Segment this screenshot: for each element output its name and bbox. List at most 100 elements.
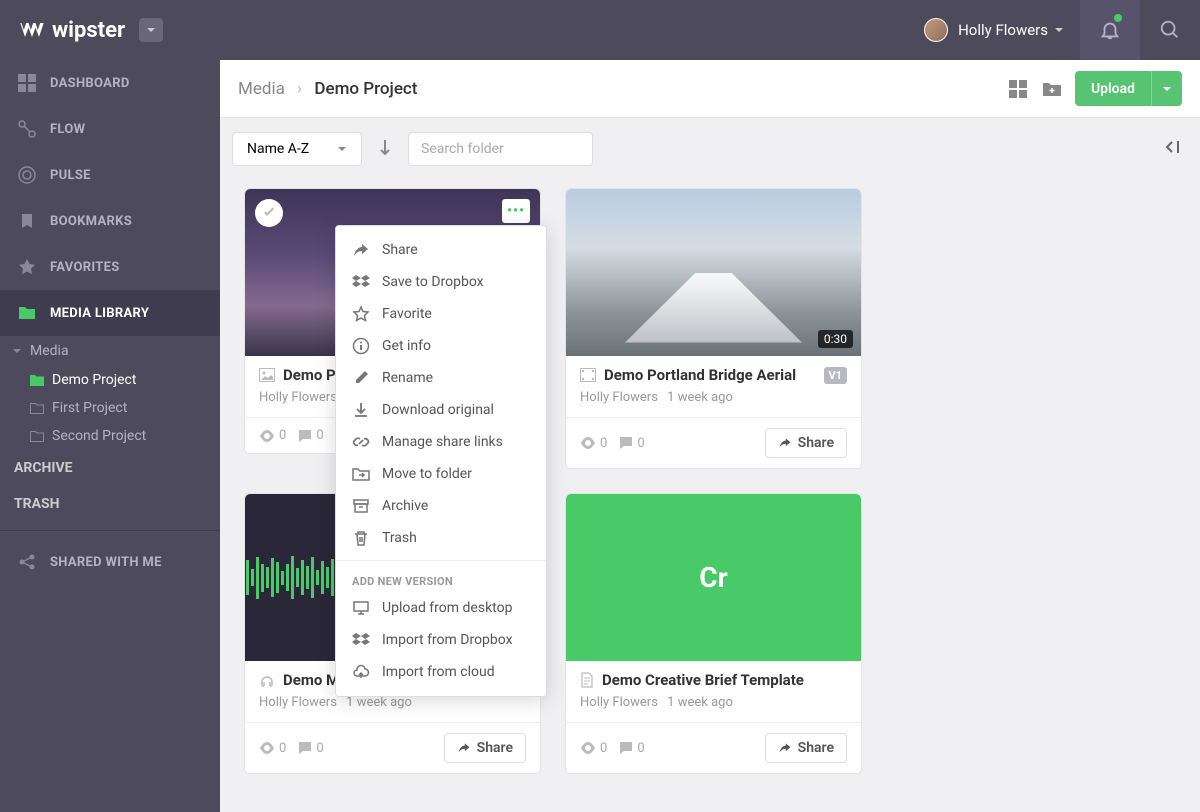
card-meta: Holly Flowers 1 week ago [259,695,526,710]
nav-media-library[interactable]: MEDIA LIBRARY [0,290,220,336]
media-card[interactable]: 0:30 Demo Portland Bridge Aerial V1 Holl… [565,188,862,469]
comments-stat: 0 [619,436,644,451]
sort-select[interactable]: Name A-Z [232,132,362,166]
eye-icon [580,742,596,754]
menu-import-cloud[interactable]: Import from cloud [336,656,546,688]
nav-shared[interactable]: SHARED WITH ME [0,539,220,585]
menu-upload-desktop[interactable]: Upload from desktop [336,592,546,624]
notifications-button[interactable] [1080,0,1140,60]
breadcrumb: Media › Demo Project [238,79,417,99]
chevron-down-icon [1162,84,1172,94]
folder-icon [30,402,44,414]
nav-flow[interactable]: FLOW [0,106,220,152]
folder-icon [30,374,44,386]
project-demo[interactable]: Demo Project [30,366,220,394]
nav-bookmarks[interactable]: BOOKMARKS [0,198,220,244]
share-arrow-icon [778,741,792,755]
menu-import-dropbox[interactable]: Import from Dropbox [336,624,546,656]
media-card[interactable]: Cr Demo Creative Brief Template V1 Holly… [565,493,862,774]
app-header: wipster Holly Flowers [0,0,1200,60]
tree-root-media[interactable]: Media [0,336,220,366]
chevron-left-bar-icon [1162,138,1180,156]
upload-dropdown[interactable] [1151,71,1182,106]
dashboard-icon [18,74,36,92]
eye-icon [259,742,275,754]
nav-trash[interactable]: TRASH [0,486,220,522]
project-first[interactable]: First Project [30,394,220,422]
views-stat: 0 [580,436,607,451]
eye-icon [259,430,275,442]
share-arrow-icon [352,241,370,259]
card-thumbnail: 0:30 [566,189,861,356]
search-input[interactable] [408,132,593,166]
user-menu[interactable]: Holly Flowers [908,18,1080,42]
project-tree: Demo Project First Project Second Projec… [0,366,220,450]
grid-view-button[interactable] [1007,78,1029,100]
menu-move[interactable]: Move to folder [336,458,546,490]
sort-direction-button[interactable] [372,132,398,166]
approved-badge [255,199,283,227]
menu-save-dropbox[interactable]: Save to Dropbox [336,266,546,298]
comment-icon [619,741,633,755]
views-stat: 0 [259,428,286,443]
menu-favorite[interactable]: Favorite [336,298,546,330]
nav-archive[interactable]: ARCHIVE [0,450,220,486]
share-button[interactable]: Share [765,733,847,763]
search-button[interactable] [1140,0,1200,60]
menu-trash[interactable]: Trash [336,522,546,554]
menu-manage-links[interactable]: Manage share links [336,426,546,458]
trash-icon [352,529,370,547]
info-icon [352,337,370,355]
grid-icon [1009,80,1027,98]
nav-pulse[interactable]: PULSE [0,152,220,198]
team-selector[interactable] [139,18,163,42]
nav-favorites[interactable]: FAVORITES [0,244,220,290]
card-meta: Holly Flowers 1 week ago [580,695,847,710]
comments-stat: 0 [619,741,644,756]
card-title: Demo Creative Brief Template V1 [580,671,847,689]
image-icon [259,368,275,382]
comment-icon [298,429,312,443]
collapse-panel-button[interactable] [1162,138,1180,160]
share-button[interactable]: Share [765,428,847,458]
menu-share[interactable]: Share [336,234,546,266]
pulse-icon [18,166,36,184]
share-button[interactable]: Share [444,733,526,763]
archive-icon [352,497,370,515]
sidebar: DASHBOARD FLOW PULSE BOOKMARKS FAVORITES… [0,0,220,812]
audio-icon [259,672,275,688]
card-more-button[interactable]: ••• [502,199,530,223]
menu-info[interactable]: Get info [336,330,546,362]
menu-download[interactable]: Download original [336,394,546,426]
video-icon [580,368,596,382]
share-arrow-icon [778,436,792,450]
project-second[interactable]: Second Project [30,422,220,450]
menu-section-header: ADD NEW VERSION [336,567,546,592]
card-title: Demo Portland Bridge Aerial V1 [580,366,847,384]
brand-logo[interactable]: wipster [18,16,125,44]
folder-plus-icon [1042,80,1062,98]
chevron-down-icon [12,346,22,356]
user-name: Holly Flowers [958,21,1048,39]
new-folder-button[interactable] [1041,78,1063,100]
breadcrumb-root[interactable]: Media [238,79,285,99]
media-card[interactable]: ••• Demo Po Holly Flowers 1 week ago [244,188,541,454]
folder-move-icon [352,465,370,483]
upload-button[interactable]: Upload [1075,71,1182,106]
menu-archive[interactable]: Archive [336,490,546,522]
nav-dashboard[interactable]: DASHBOARD [0,60,220,106]
toolbar: Name A-Z [220,118,1200,180]
breadcrumb-bar: Media › Demo Project Upload [220,60,1200,118]
duration-badge: 0:30 [818,330,853,348]
views-stat: 0 [580,741,607,756]
comment-icon [619,436,633,450]
avatar [924,18,948,42]
comment-icon [298,741,312,755]
bookmark-icon [18,212,36,230]
comments-stat: 0 [298,428,323,443]
context-menu: Share Save to Dropbox Favorite Get info … [335,225,547,697]
header-right: Holly Flowers [908,0,1200,60]
menu-rename[interactable]: Rename [336,362,546,394]
card-meta: Holly Flowers 1 week ago [580,390,847,405]
notification-dot [1114,14,1122,22]
